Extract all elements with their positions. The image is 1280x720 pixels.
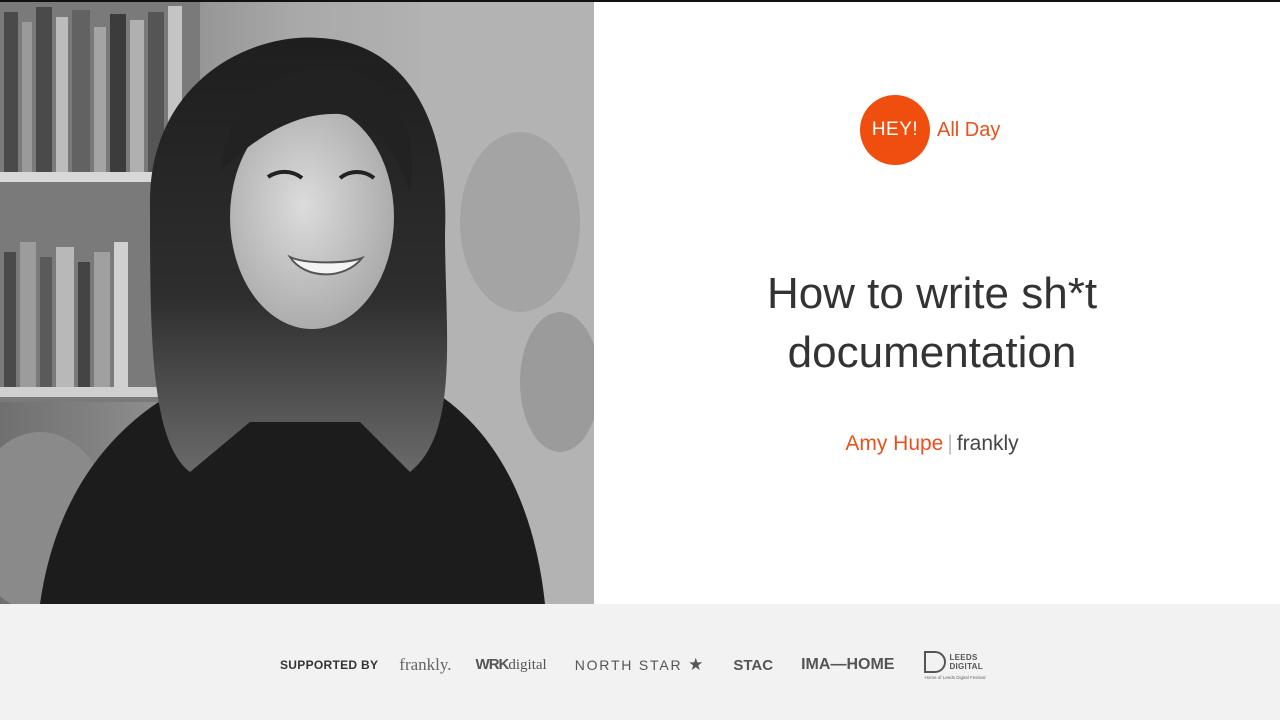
leeds-tagline: Home of Leeds Digital Festival — [924, 674, 986, 680]
supported-by-label: SUPPORTED BY — [280, 658, 379, 672]
sponsor-north-star-text: NORTH STAR — [574, 657, 683, 673]
sponsor-leeds-digital-logo: LEEDS DIGITAL Home of Leeds Digital Fest… — [924, 650, 986, 680]
speaker-photo — [0, 2, 594, 604]
event-logo-name: All Day — [937, 118, 1001, 141]
talk-title-line-2: documentation — [787, 328, 1077, 377]
slide-frame: HEY! All Day How to write sh*t documenta… — [0, 0, 1280, 720]
talk-title-line-1: How to write sh*t — [766, 269, 1098, 318]
event-logo-badge: HEY! — [860, 95, 930, 165]
sponsor-bar: SUPPORTED BY frankly. WRKdigital NORTH S… — [0, 604, 1280, 720]
sponsor-frankly-logo: frankly. — [399, 655, 452, 674]
sponsor-wrk-rest: digital — [508, 657, 547, 673]
speaker-credit: Amy Hupe | frankly — [594, 432, 1270, 456]
event-logo: HEY! All Day — [860, 95, 1000, 165]
leeds-line-2: DIGITAL — [949, 661, 983, 671]
speaker-name: Amy Hupe — [845, 432, 944, 455]
talk-title: How to write sh*t documentation — [594, 264, 1270, 382]
sponsor-north-star-logo: NORTH STAR ★ — [575, 655, 704, 675]
leeds-digital-mark-icon — [924, 650, 947, 673]
sponsor-row: SUPPORTED BY frankly. WRKdigital NORTH S… — [280, 648, 985, 682]
title-panel: HEY! All Day How to write sh*t documenta… — [594, 2, 1280, 604]
sponsor-stac-logo: STAC — [733, 656, 774, 674]
sponsor-wrk-bold: WRK — [475, 656, 510, 673]
leeds-line-1: LEEDS — [949, 652, 978, 662]
star-icon: ★ — [688, 655, 704, 674]
speaker-separator: | — [947, 432, 953, 455]
speaker-company: frankly — [956, 432, 1019, 455]
sponsor-wrk-digital-logo: WRKdigital — [476, 656, 547, 674]
sponsor-ima-home-logo: IMA—HOME — [801, 656, 895, 673]
